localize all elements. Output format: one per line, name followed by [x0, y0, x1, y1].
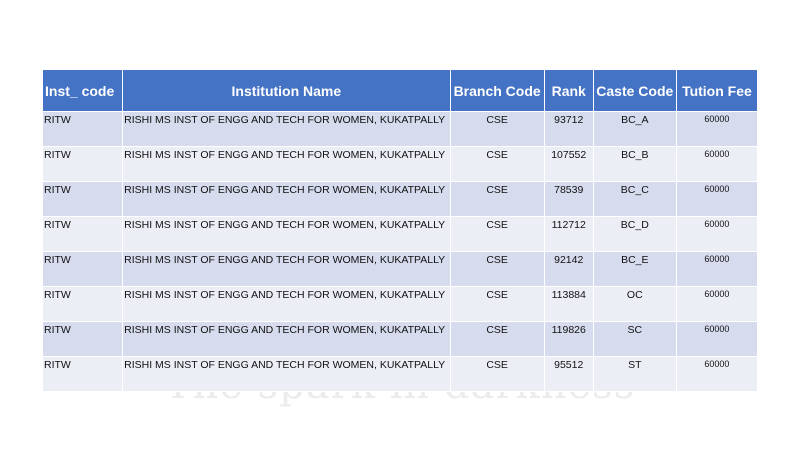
header-branch-code: Branch Code [450, 70, 544, 111]
cell-institution-name: RISHI MS INST OF ENGG AND TECH FOR WOMEN… [123, 147, 450, 181]
cell-branch-code: CSE [450, 147, 544, 181]
cell-rank: 119826 [544, 322, 593, 356]
cell-tution-fee: 60000 [676, 357, 757, 391]
cell-tution-fee: 60000 [676, 182, 757, 216]
cell-inst-code: RITW [43, 322, 123, 356]
table-row: RITW RISHI MS INST OF ENGG AND TECH FOR … [43, 287, 757, 321]
cell-caste-code: ST [593, 357, 676, 391]
cell-tution-fee: 60000 [676, 147, 757, 181]
header-caste-code: Caste Code [593, 70, 676, 111]
cell-inst-code: RITW [43, 182, 123, 216]
cell-tution-fee: 60000 [676, 322, 757, 356]
cell-inst-code: RITW [43, 357, 123, 391]
table-header-row: Inst_ code Institution Name Branch Code … [43, 70, 757, 111]
cell-rank: 112712 [544, 217, 593, 251]
cell-caste-code: BC_E [593, 252, 676, 286]
cell-inst-code: RITW [43, 252, 123, 286]
cell-branch-code: CSE [450, 217, 544, 251]
cell-caste-code: SC [593, 322, 676, 356]
cell-inst-code: RITW [43, 112, 123, 146]
header-tution-fee: Tution Fee [676, 70, 757, 111]
cell-institution-name: RISHI MS INST OF ENGG AND TECH FOR WOMEN… [123, 252, 450, 286]
header-rank: Rank [544, 70, 593, 111]
cell-rank: 93712 [544, 112, 593, 146]
cell-inst-code: RITW [43, 147, 123, 181]
cell-inst-code: RITW [43, 287, 123, 321]
cell-institution-name: RISHI MS INST OF ENGG AND TECH FOR WOMEN… [123, 112, 450, 146]
cell-rank: 107552 [544, 147, 593, 181]
table-row: RITW RISHI MS INST OF ENGG AND TECH FOR … [43, 357, 757, 391]
cell-caste-code: BC_B [593, 147, 676, 181]
cell-tution-fee: 60000 [676, 217, 757, 251]
cell-institution-name: RISHI MS INST OF ENGG AND TECH FOR WOMEN… [123, 357, 450, 391]
cell-tution-fee: 60000 [676, 287, 757, 321]
cell-branch-code: CSE [450, 182, 544, 216]
cell-branch-code: CSE [450, 357, 544, 391]
cell-caste-code: BC_C [593, 182, 676, 216]
cell-branch-code: CSE [450, 252, 544, 286]
table-row: RITW RISHI MS INST OF ENGG AND TECH FOR … [43, 112, 757, 146]
table-row: RITW RISHI MS INST OF ENGG AND TECH FOR … [43, 182, 757, 216]
cell-institution-name: RISHI MS INST OF ENGG AND TECH FOR WOMEN… [123, 322, 450, 356]
cell-rank: 92142 [544, 252, 593, 286]
cell-institution-name: RISHI MS INST OF ENGG AND TECH FOR WOMEN… [123, 182, 450, 216]
cutoff-table: Inst_ code Institution Name Branch Code … [42, 69, 758, 392]
cell-rank: 113884 [544, 287, 593, 321]
cell-branch-code: CSE [450, 112, 544, 146]
header-inst-code: Inst_ code [43, 70, 123, 111]
cell-branch-code: CSE [450, 287, 544, 321]
cell-branch-code: CSE [450, 322, 544, 356]
table-row: RITW RISHI MS INST OF ENGG AND TECH FOR … [43, 322, 757, 356]
cell-caste-code: BC_A [593, 112, 676, 146]
cell-inst-code: RITW [43, 217, 123, 251]
cell-institution-name: RISHI MS INST OF ENGG AND TECH FOR WOMEN… [123, 287, 450, 321]
cell-tution-fee: 60000 [676, 252, 757, 286]
cell-tution-fee: 60000 [676, 112, 757, 146]
slide: Sahu Bidda The spark in darkness Inst_ c… [0, 0, 800, 450]
cell-caste-code: BC_D [593, 217, 676, 251]
cell-rank: 78539 [544, 182, 593, 216]
cell-rank: 95512 [544, 357, 593, 391]
cell-caste-code: OC [593, 287, 676, 321]
table-row: RITW RISHI MS INST OF ENGG AND TECH FOR … [43, 217, 757, 251]
header-institution-name: Institution Name [123, 70, 450, 111]
table-row: RITW RISHI MS INST OF ENGG AND TECH FOR … [43, 252, 757, 286]
table-row: RITW RISHI MS INST OF ENGG AND TECH FOR … [43, 147, 757, 181]
cell-institution-name: RISHI MS INST OF ENGG AND TECH FOR WOMEN… [123, 217, 450, 251]
